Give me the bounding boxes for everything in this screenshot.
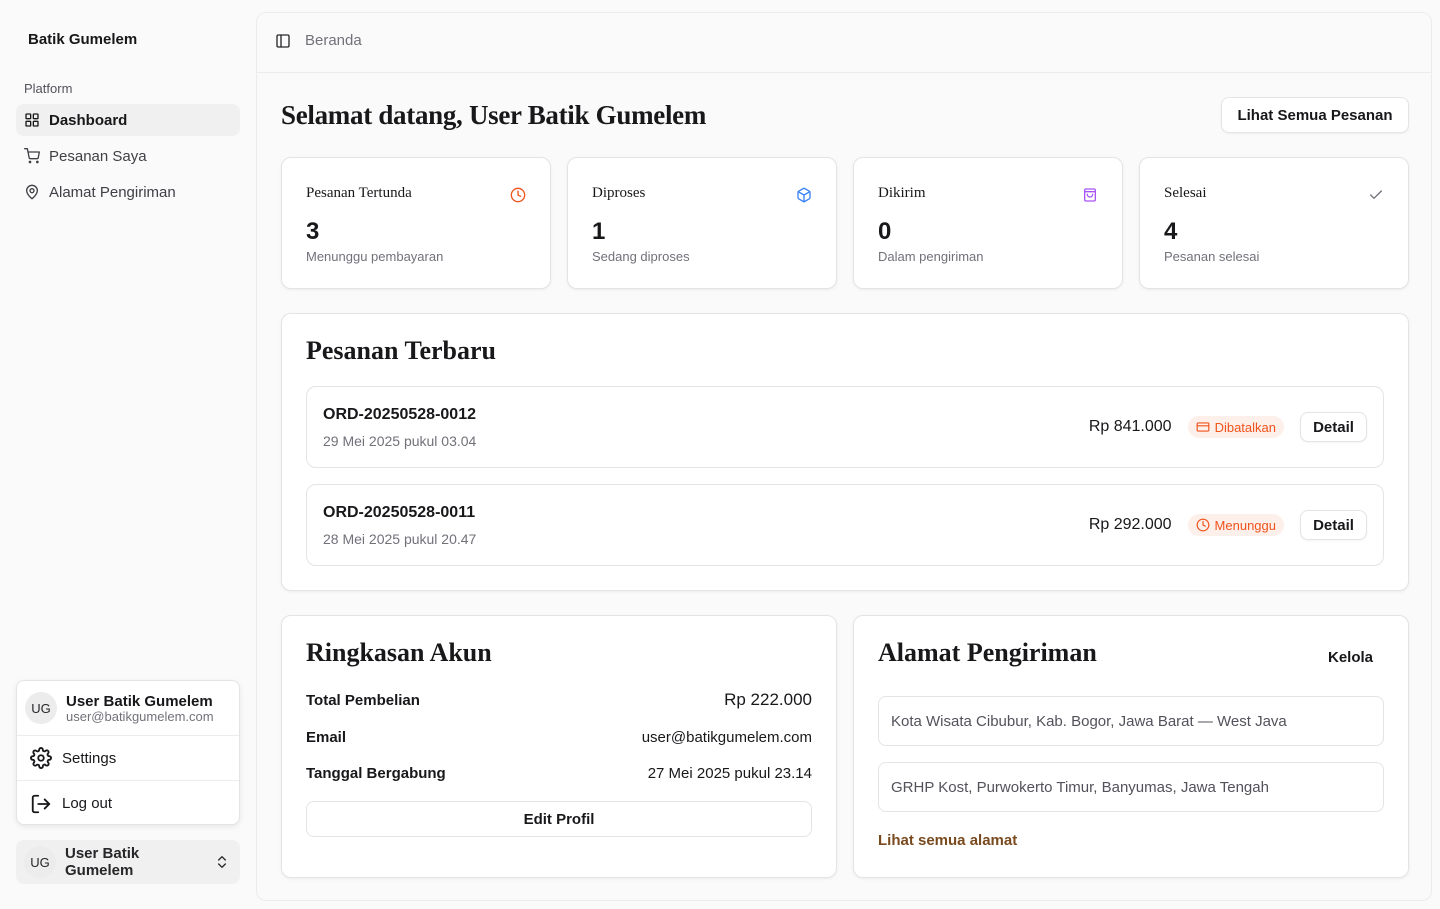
package-icon — [797, 187, 811, 203]
order-detail-button[interactable]: Detail — [1300, 510, 1367, 540]
avatar: UG — [25, 692, 57, 724]
clock-icon — [510, 187, 526, 203]
settings-menu-item[interactable]: Settings — [17, 736, 239, 781]
summary-label: Total Pembelian — [306, 691, 420, 709]
chevrons-up-down-icon — [218, 856, 226, 868]
sidebar: Batik Gumelem Platform Dashboard Pesanan… — [0, 0, 256, 909]
user-menu-header: UG User Batik Gumelem user@batikgumelem.… — [17, 681, 239, 736]
status-badge: Dibatalkan — [1187, 416, 1284, 438]
sidebar-item-dashboard[interactable]: Dashboard — [16, 104, 240, 136]
summary-label: Tanggal Bergabung — [306, 765, 446, 782]
recent-orders-card: Pesanan Terbaru ORD-20250528-0012 29 Mei… — [281, 313, 1409, 591]
user-name: User Batik Gumelem — [66, 692, 213, 710]
see-all-addresses-link[interactable]: Lihat semua alamat — [878, 832, 1017, 849]
stat-card-shipped: Dikirim 0 Dalam pengiriman — [853, 157, 1123, 289]
stat-subtitle: Sedang diproses — [592, 249, 690, 264]
section-title: Ringkasan Akun — [306, 638, 492, 667]
order-detail-button[interactable]: Detail — [1300, 412, 1367, 442]
sidebar-item-pesanan-saya[interactable]: Pesanan Saya — [16, 140, 240, 172]
top-bar: Beranda — [257, 13, 1431, 73]
summary-value: user@batikgumelem.com — [641, 729, 812, 746]
address-item[interactable]: Kota Wisata Cibubur, Kab. Bogor, Jawa Ba… — [878, 696, 1384, 746]
clock-icon — [1196, 518, 1209, 532]
section-title: Pesanan Terbaru — [306, 336, 496, 365]
stat-title: Dikirim — [878, 185, 926, 201]
order-date: 29 Mei 2025 pukul 03.04 — [323, 433, 477, 449]
gear-icon — [30, 747, 52, 769]
sidebar-item-label: Dashboard — [49, 111, 128, 129]
settings-label: Settings — [62, 749, 117, 767]
credit-card-icon — [1196, 422, 1209, 432]
sidebar-toggle-icon[interactable] — [275, 33, 291, 49]
stat-title: Diproses — [592, 185, 646, 201]
summary-row: Tanggal Bergabung 27 Mei 2025 pukul 23.1… — [306, 765, 812, 782]
stat-value: 1 — [592, 218, 606, 245]
section-title: Alamat Pengiriman — [878, 638, 1097, 667]
logout-menu-item[interactable]: Log out — [17, 781, 239, 826]
nav-group-label: Platform — [24, 81, 73, 96]
order-date: 28 Mei 2025 pukul 20.47 — [323, 531, 477, 547]
manage-address-link[interactable]: Kelola — [1328, 649, 1373, 666]
order-row: ORD-20250528-0012 29 Mei 2025 pukul 03.0… — [306, 386, 1384, 468]
stat-title: Selesai — [1164, 185, 1207, 201]
summary-row: Total Pembelian Rp 222.000 — [306, 690, 812, 710]
stat-subtitle: Pesanan selesai — [1164, 249, 1260, 264]
stat-value: 4 — [1164, 218, 1178, 245]
sidebar-item-label: Pesanan Saya — [49, 147, 147, 165]
logout-icon — [31, 794, 51, 813]
stat-title: Pesanan Tertunda — [306, 185, 412, 201]
stat-subtitle: Menunggu pembayaran — [306, 249, 444, 264]
avatar: UG — [24, 846, 56, 878]
user-name: User Batik Gumelem — [65, 845, 140, 879]
main-content: Beranda Selamat datang, User Batik Gumel… — [256, 12, 1432, 901]
stat-card-processing: Diproses 1 Sedang diproses — [567, 157, 837, 289]
status-text: Dibatalkan — [1214, 419, 1276, 435]
user-footer-button[interactable]: UG User Batik Gumelem — [16, 840, 240, 884]
stat-value: 0 — [878, 218, 892, 245]
breadcrumb[interactable]: Beranda — [305, 32, 362, 49]
order-price: Rp 292.000 — [1088, 516, 1172, 533]
order-row: ORD-20250528-0011 28 Mei 2025 pukul 20.4… — [306, 484, 1384, 566]
account-summary-card: Ringkasan Akun Total Pembelian Rp 222.00… — [281, 615, 837, 878]
summary-label: Email — [306, 729, 347, 746]
edit-profile-button[interactable]: Edit Profil — [306, 801, 812, 837]
order-price: Rp 841.000 — [1088, 418, 1172, 435]
summary-row: Email user@batikgumelem.com — [306, 729, 812, 746]
sidebar-item-alamat-pengiriman[interactable]: Alamat Pengiriman — [16, 176, 240, 208]
stat-card-pending: Pesanan Tertunda 3 Menunggu pembayaran — [281, 157, 551, 289]
check-icon — [1370, 190, 1382, 199]
grid-icon — [25, 113, 39, 127]
status-text: Menunggu — [1214, 517, 1276, 533]
order-id: ORD-20250528-0011 — [323, 504, 476, 521]
stat-value: 3 — [306, 218, 320, 245]
shipping-address-card: Alamat Pengiriman Kelola Kota Wisata Cib… — [853, 615, 1409, 878]
cart-icon — [24, 148, 40, 164]
user-dropdown-menu: UG User Batik Gumelem user@batikgumelem.… — [16, 680, 240, 825]
summary-value: 27 Mei 2025 pukul 23.14 — [647, 765, 812, 782]
stat-subtitle: Dalam pengiriman — [878, 249, 984, 264]
address-item[interactable]: GRHP Kost, Purwokerto Timur, Banyumas, J… — [878, 762, 1384, 812]
logout-label: Log out — [62, 795, 113, 812]
map-pin-icon — [26, 184, 38, 200]
status-badge: Menunggu — [1187, 514, 1284, 536]
stat-card-completed: Selesai 4 Pesanan selesai — [1139, 157, 1409, 289]
user-email: user@batikgumelem.com — [66, 708, 214, 724]
view-all-orders-button[interactable]: Lihat Semua Pesanan — [1221, 97, 1409, 133]
sidebar-item-label: Alamat Pengiriman — [49, 183, 176, 201]
shopping-bag-icon — [1084, 188, 1096, 202]
brand-name[interactable]: Batik Gumelem — [28, 31, 137, 48]
order-id: ORD-20250528-0012 — [323, 406, 476, 423]
page-title: Selamat datang, User Batik Gumelem — [281, 100, 707, 130]
summary-value: Rp 222.000 — [724, 690, 812, 709]
